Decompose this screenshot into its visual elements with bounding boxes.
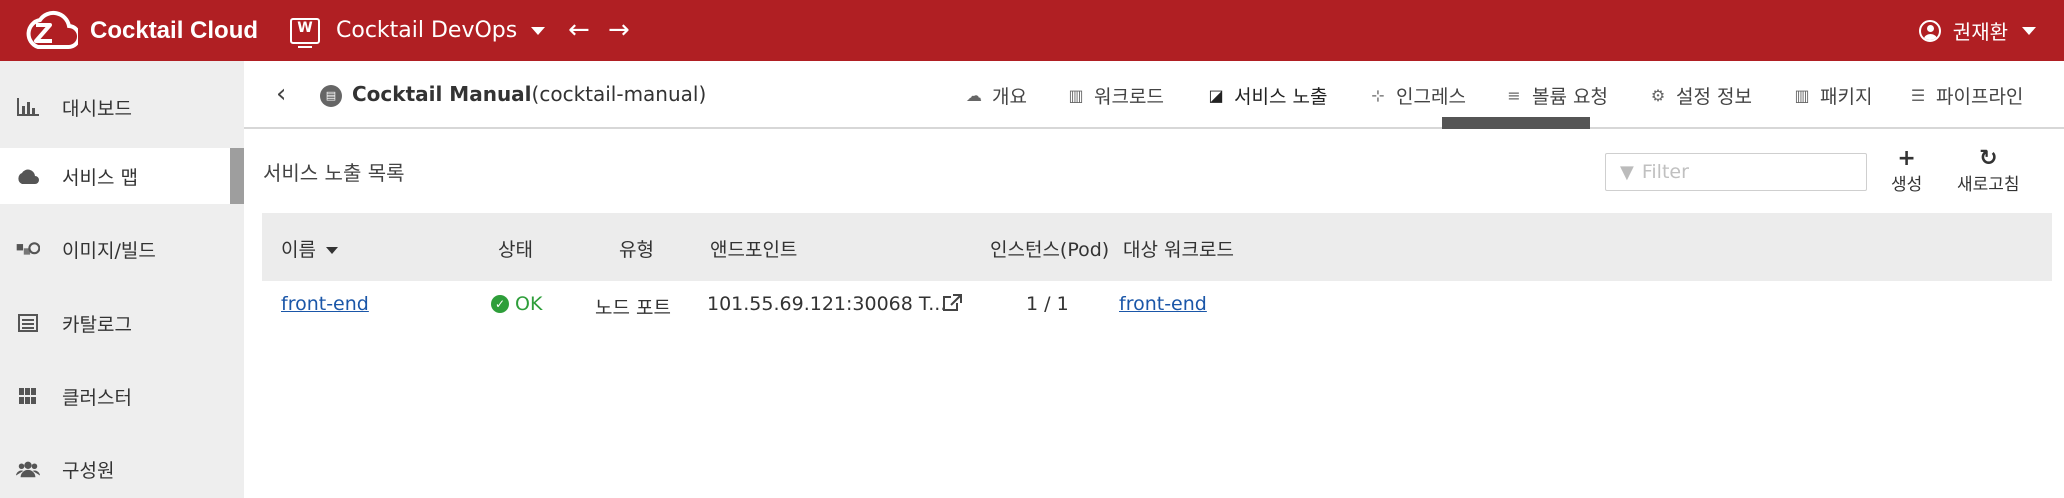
tab-service-exposure[interactable]: ◪ 서비스 노출 — [1206, 61, 1327, 129]
sidebar-item-dashboard[interactable]: 대시보드 — [0, 79, 244, 135]
plus-icon: + — [1897, 146, 1916, 171]
map-icon: ▥ — [1794, 85, 1810, 105]
app-title: Cocktail Manual(cocktail-manual) — [352, 82, 706, 106]
column-header-status: 상태 — [498, 239, 533, 261]
sidebar-item-cluster[interactable]: 클러스터 — [0, 368, 244, 424]
page-title: 서비스 노출 목록 — [263, 161, 405, 185]
list-icon: ☰ — [1910, 85, 1926, 105]
tab-workload[interactable]: ▥ 워크로드 — [1066, 61, 1163, 129]
workspace-icon: W — [290, 17, 320, 48]
service-name-link[interactable]: front-end — [281, 293, 369, 315]
sidebar: 대시보드 서비스 맵 이미지/빌드 카탈로그 클러스터 구성원 — [0, 61, 244, 498]
map-icon: ▥ — [1068, 85, 1084, 105]
list-alt-icon — [16, 312, 40, 334]
filter-box: ▼ — [1605, 153, 1867, 191]
forward-arrow-icon[interactable]: → — [608, 16, 630, 44]
sidebar-item-members[interactable]: 구성원 — [0, 441, 244, 497]
external-link-icon[interactable] — [942, 294, 962, 317]
sidebar-item-service-map[interactable]: 서비스 맵 — [0, 148, 244, 204]
cubes-icon — [16, 238, 40, 260]
brand[interactable]: Cocktail Cloud — [18, 0, 258, 61]
caret-down-icon — [2022, 26, 2036, 35]
cloud-icon — [16, 165, 40, 187]
tab-overview[interactable]: ☁ 개요 — [964, 61, 1027, 129]
sidebar-item-image-build[interactable]: 이미지/빌드 — [0, 221, 244, 277]
user-icon — [1918, 19, 1941, 42]
cloud-icon: ☁ — [966, 85, 982, 105]
column-header-endpoint: 앤드포인트 — [710, 239, 798, 261]
user-menu[interactable]: 권재환 — [1918, 0, 2036, 61]
tab-config-info[interactable]: ⚙ 설정 정보 — [1648, 61, 1752, 129]
tab-package[interactable]: ▥ 패키지 — [1792, 61, 1872, 129]
top-bar: Cocktail Cloud W Cocktail DevOps ← → 권재환 — [0, 0, 2064, 61]
gear-icon: ⚙ — [1650, 85, 1666, 105]
cocktail-cloud-logo-icon — [26, 10, 78, 49]
active-tab-indicator — [1442, 117, 1590, 129]
table-header: 이름 상태 유형 앤드포인트 인스턴스(Pod) 대상 워크로드 — [262, 213, 2052, 281]
bar-chart-icon — [16, 96, 40, 118]
filter-icon: ▼ — [1620, 161, 1634, 183]
create-button[interactable]: + 생성 — [1891, 146, 1922, 196]
status-badge: ✓ OK — [491, 293, 542, 315]
refresh-icon: ↻ — [1979, 146, 1998, 171]
grid-icon — [16, 385, 40, 407]
column-header-name[interactable]: 이름 — [281, 235, 338, 262]
column-header-type: 유형 — [619, 239, 654, 261]
app-icon: ▤ — [320, 85, 342, 107]
sidebar-item-catalog[interactable]: 카탈로그 — [0, 295, 244, 351]
user-name: 권재환 — [1952, 20, 2008, 44]
back-arrow-icon[interactable]: ← — [568, 16, 590, 44]
service-type: 노드 포트 — [595, 297, 671, 319]
app-header: ‹ ▤ Cocktail Manual(cocktail-manual) ☁ 개… — [244, 61, 2064, 129]
database-icon: ≡ — [1507, 85, 1521, 105]
project-name: Cocktail DevOps — [336, 18, 518, 43]
caret-down-icon — [531, 26, 546, 35]
check-circle-icon: ✓ — [491, 295, 509, 313]
target-workload-link[interactable]: front-end — [1119, 293, 1207, 315]
app-name: Cocktail Manual — [352, 82, 532, 106]
filter-input[interactable] — [1641, 161, 1842, 183]
column-header-target-workload: 대상 워크로드 — [1123, 239, 1234, 261]
brand-name: Cocktail Cloud — [90, 16, 259, 44]
sitemap-icon: ⊹ — [1371, 85, 1385, 105]
table-row: front-end ✓ OK 노드 포트 101.55.69.121:30068… — [262, 281, 2052, 337]
users-icon — [16, 458, 40, 480]
service-exposure-table: 이름 상태 유형 앤드포인트 인스턴스(Pod) 대상 워크로드 front-e… — [262, 213, 2052, 337]
column-header-instances: 인스턴스(Pod) — [990, 239, 1110, 261]
app-id: (cocktail-manual) — [531, 82, 707, 106]
external-link-icon: ◪ — [1208, 85, 1224, 105]
refresh-button[interactable]: ↻ 새로고침 — [1957, 146, 2020, 196]
endpoint-value: 101.55.69.121:30068 T... — [707, 293, 947, 315]
tab-pipeline[interactable]: ☰ 파이프라인 — [1908, 61, 2024, 129]
instances-value: 1 / 1 — [1026, 293, 1069, 315]
back-chevron-icon[interactable]: ‹ — [276, 79, 286, 109]
sort-desc-icon — [325, 247, 338, 254]
project-selector[interactable]: W Cocktail DevOps — [290, 0, 546, 61]
